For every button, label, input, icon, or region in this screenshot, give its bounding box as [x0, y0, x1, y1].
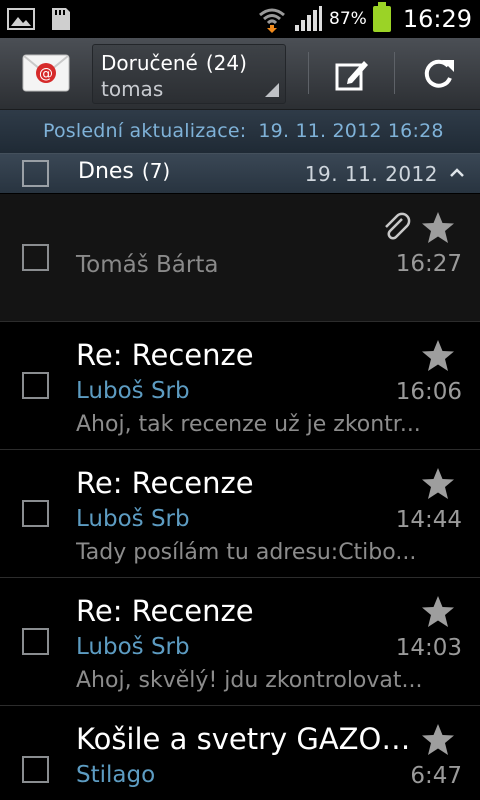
sd-card-icon [52, 8, 70, 30]
message-item[interactable]: Košile a svetry GAZOI... Stilago 6:47 [0, 706, 480, 800]
action-bar: @ Doručené (24) tomas [0, 38, 480, 110]
battery-icon [372, 2, 391, 32]
folder-name: Doručené [101, 51, 198, 75]
message-subject: Re: Recenze [76, 466, 254, 500]
last-update-bar: Poslední aktualizace: 19. 11. 2012 16:28 [0, 110, 480, 153]
message-time: 16:06 [395, 379, 462, 405]
folder-selector[interactable]: Doručené (24) tomas [92, 44, 286, 104]
message-sender: Tomáš Bárta [76, 252, 219, 278]
message-preview: Ahoj, skvělý! jdu zkontrolovat... [76, 668, 423, 693]
star-icon[interactable] [420, 722, 456, 758]
status-bar: 87% 16:29 [0, 0, 480, 38]
last-update-datetime: 19. 11. 2012 16:28 [258, 120, 444, 142]
divider [394, 52, 395, 94]
wifi-icon [259, 8, 285, 33]
folder-name-row: Doručené (24) [101, 51, 247, 75]
star-icon[interactable] [420, 338, 456, 374]
message-subject: Re: Recenze [76, 338, 254, 372]
message-preview: Tady posílám tu adresu:Ctibo... [76, 540, 417, 565]
group-title-row: Dnes (7) [78, 159, 170, 184]
message-preview: Ahoj, tak recenze už je zkontr... [76, 412, 421, 437]
group-header-today[interactable]: Dnes (7) 19. 11. 2012 [0, 153, 480, 193]
dropdown-triangle-icon [265, 83, 279, 97]
email-app-icon[interactable]: @ [22, 52, 70, 94]
compose-icon [335, 61, 368, 91]
message-subject: Re: Recenze [76, 594, 254, 628]
message-sender: Luboš Srb [76, 634, 190, 660]
status-right: 87% 16:29 [257, 0, 472, 38]
attachment-icon [385, 212, 411, 240]
message-sender: Luboš Srb [76, 506, 190, 532]
message-sender: Luboš Srb [76, 378, 190, 404]
refresh-button[interactable] [416, 52, 460, 96]
group-date: 19. 11. 2012 [304, 162, 438, 186]
message-item[interactable]: Re: Recenze Luboš Srb 14:44 Tady posílám… [0, 450, 480, 578]
divider [308, 52, 309, 94]
message-sender: Stilago [76, 762, 156, 788]
clock: 16:29 [402, 5, 472, 33]
message-subject: Košile a svetry GAZOI... [76, 722, 416, 756]
message-list: Tomáš Bárta 16:27 Re: Recenze Luboš Srb … [0, 194, 480, 800]
status-left-icons [6, 6, 74, 32]
message-time: 14:03 [395, 635, 462, 661]
group-select-checkbox[interactable] [22, 160, 49, 187]
message-time: 16:27 [395, 251, 462, 277]
last-update-label: Poslední aktualizace: [43, 120, 247, 142]
star-icon[interactable] [420, 466, 456, 502]
message-checkbox[interactable] [22, 500, 49, 527]
message-time: 6:47 [410, 763, 462, 789]
folder-count: (24) [205, 51, 247, 75]
group-title: Dnes [78, 159, 134, 184]
gallery-icon [7, 8, 35, 30]
last-update-text: Poslední aktualizace: 19. 11. 2012 16:28 [43, 120, 444, 142]
star-icon[interactable] [420, 210, 456, 246]
star-icon[interactable] [420, 594, 456, 630]
message-time: 14:44 [395, 507, 462, 533]
signal-icon [295, 6, 323, 31]
message-checkbox[interactable] [22, 244, 49, 271]
account-name: tomas [101, 77, 164, 101]
battery-percent: 87% [329, 9, 367, 29]
chevron-up-icon[interactable] [446, 162, 468, 184]
group-count: (7) [141, 159, 171, 183]
compose-button[interactable] [330, 52, 374, 96]
message-checkbox[interactable] [22, 372, 49, 399]
svg-text:@: @ [39, 66, 53, 82]
message-checkbox[interactable] [22, 628, 49, 655]
message-checkbox[interactable] [22, 756, 49, 783]
message-item[interactable]: Re: Recenze Luboš Srb 14:03 Ahoj, skvělý… [0, 578, 480, 706]
message-item[interactable]: Re: Recenze Luboš Srb 16:06 Ahoj, tak re… [0, 322, 480, 450]
refresh-icon [424, 59, 454, 88]
message-item[interactable]: Tomáš Bárta 16:27 [0, 194, 480, 322]
